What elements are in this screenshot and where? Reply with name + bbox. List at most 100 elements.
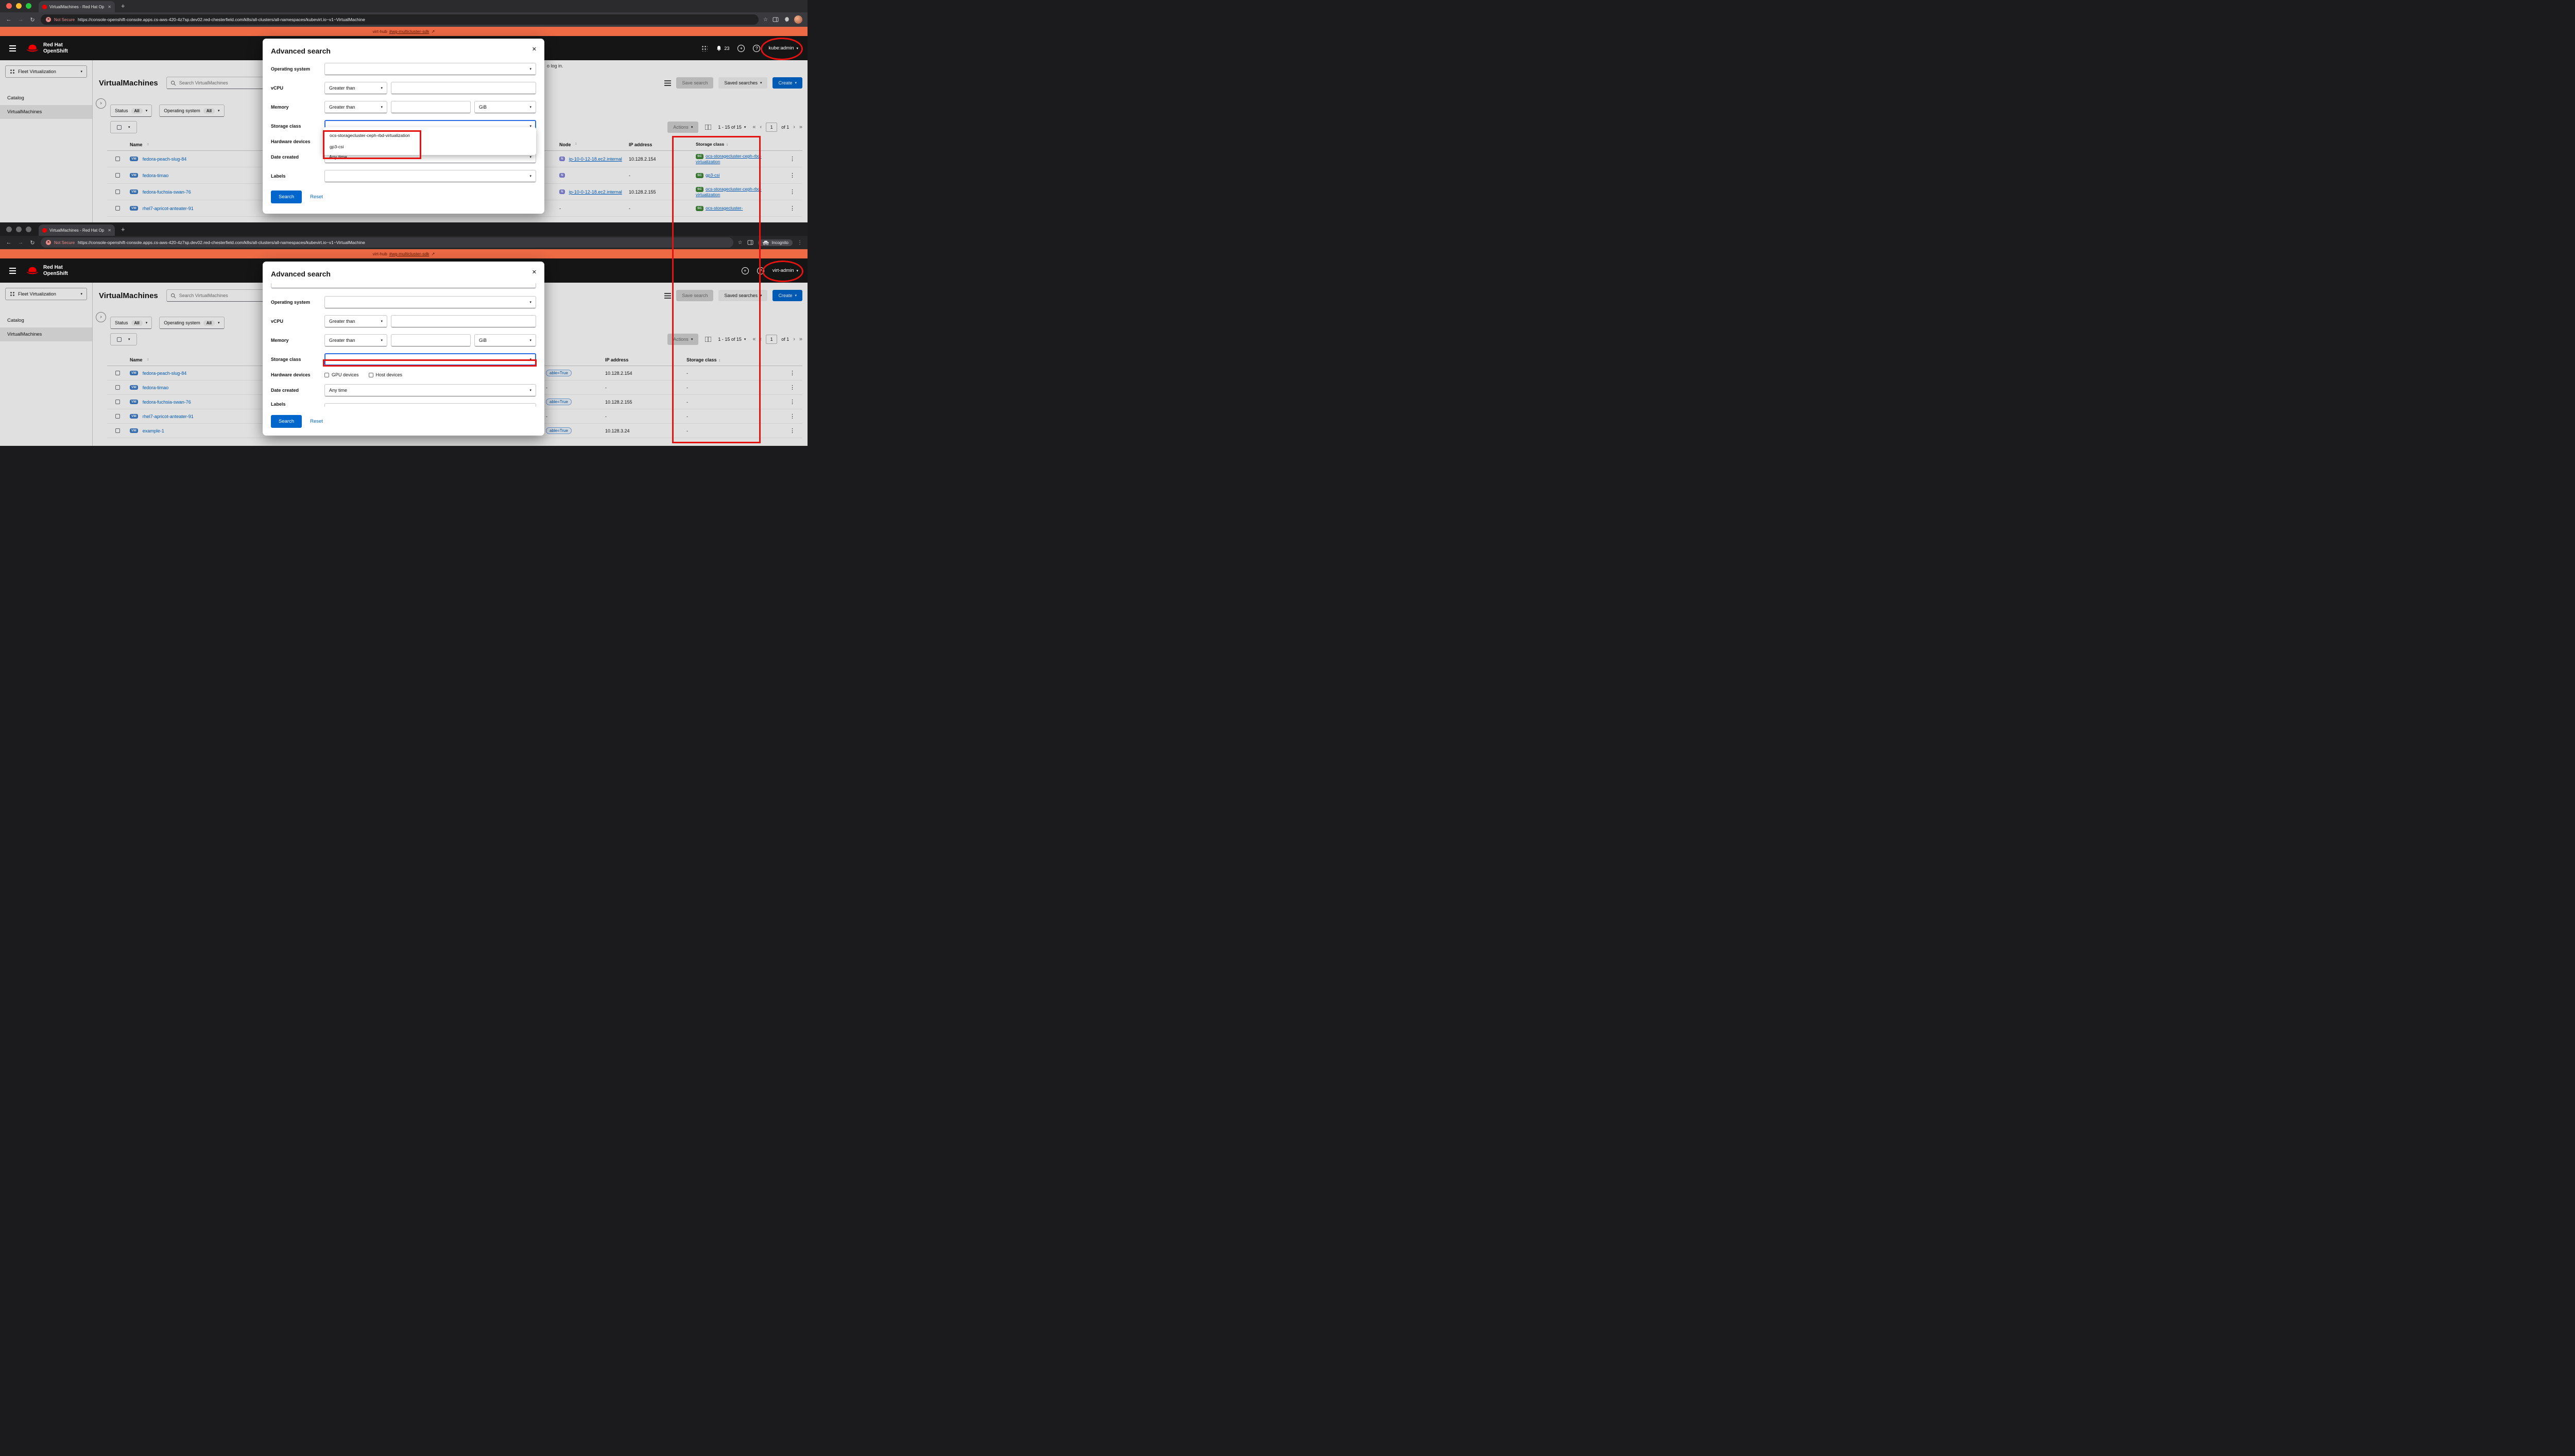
row-checkbox[interactable] [115, 428, 120, 433]
reset-button[interactable]: Reset [310, 419, 323, 424]
save-search-button[interactable]: Save search [676, 77, 713, 89]
row-checkbox[interactable] [115, 371, 120, 375]
forward-button[interactable]: → [17, 239, 24, 246]
storageclass-link[interactable]: gp3-csi [706, 172, 719, 178]
bookmark-star-icon[interactable]: ☆ [738, 240, 743, 246]
vm-name-link[interactable]: fedora-fuchsia-swan-76 [143, 189, 191, 195]
close-icon[interactable]: ✕ [532, 269, 537, 275]
menu-item-storage-option[interactable]: gp3-csi [323, 141, 536, 152]
status-filter[interactable]: Status All ▾ [110, 317, 152, 329]
labels-select[interactable]: ▾ [324, 403, 536, 407]
import-yaml-button[interactable]: + [742, 267, 749, 274]
status-select[interactable]: ▾ [271, 283, 536, 288]
search-button[interactable]: Search [271, 190, 302, 203]
select-all-checkbox[interactable] [117, 125, 122, 130]
vm-name-link[interactable]: fedora-fuchsia-swan-76 [143, 400, 191, 405]
os-select[interactable]: ▾ [324, 63, 536, 75]
kebab-menu[interactable]: ⋮ [781, 172, 802, 179]
storage-class-combobox[interactable]: ▾ [324, 353, 536, 366]
manage-columns-icon[interactable] [705, 125, 711, 130]
last-page-button[interactable]: » [799, 336, 802, 342]
column-header-ip[interactable]: IP address [605, 357, 686, 362]
browser-menu-icon[interactable]: ⋮ [797, 240, 802, 246]
vcpu-operator-select[interactable]: Greater than▾ [324, 315, 387, 327]
app-launcher-icon[interactable] [701, 45, 708, 51]
actions-button[interactable]: Actions ▾ [667, 334, 698, 345]
select-all-checkbox[interactable] [117, 337, 122, 342]
date-created-select[interactable]: Any time▾ [324, 384, 536, 396]
row-checkbox[interactable] [115, 189, 120, 194]
profile-avatar[interactable] [794, 15, 802, 24]
display-options-icon[interactable] [664, 293, 671, 299]
saved-searches-button[interactable]: Saved searches ▾ [718, 77, 767, 89]
vm-search-box[interactable] [166, 289, 267, 302]
labels-select[interactable]: ▾ [324, 170, 536, 182]
vcpu-operator-select[interactable]: Greater than▾ [324, 82, 387, 94]
save-search-button[interactable]: Save search [676, 290, 713, 301]
row-checkbox[interactable] [115, 400, 120, 404]
row-checkbox[interactable] [115, 385, 120, 390]
new-tab-button[interactable]: + [121, 2, 125, 10]
tab-close-icon[interactable]: ✕ [108, 5, 111, 9]
first-page-button[interactable]: « [752, 336, 756, 342]
column-header-storage[interactable]: Storage class↕ [696, 142, 781, 148]
gpu-devices-checkbox[interactable]: GPU devices [324, 372, 359, 377]
side-panel-icon[interactable] [747, 239, 753, 246]
search-button[interactable]: Search [271, 415, 302, 428]
items-range-dropdown[interactable]: 1 - 15 of 15 ▾ [718, 337, 746, 342]
back-button[interactable]: ← [5, 16, 12, 23]
back-button[interactable]: ← [5, 239, 12, 246]
close-window-button[interactable] [6, 3, 12, 9]
current-page-input[interactable]: 1 [766, 123, 777, 132]
kebab-menu[interactable]: ⋮ [781, 398, 802, 405]
search-input[interactable] [179, 293, 263, 298]
reset-button[interactable]: Reset [310, 194, 323, 200]
storageclass-link[interactable]: ocs-storagecluster-ceph-rbd-virtualizati… [696, 153, 762, 164]
os-filter[interactable]: Operating system All ▾ [159, 105, 224, 117]
first-page-button[interactable]: « [752, 124, 756, 130]
browser-tab[interactable]: VirtualMachines - Red Hat Op ✕ [39, 224, 115, 236]
user-menu[interactable]: virt-admin ▾ [772, 268, 798, 273]
kebab-menu[interactable]: ⋮ [781, 427, 802, 434]
column-header-name[interactable]: Name↕ [130, 142, 259, 147]
actions-button[interactable]: Actions ▾ [667, 122, 698, 133]
minimize-window-button[interactable] [16, 3, 22, 9]
column-header-ip[interactable]: IP address [629, 142, 696, 147]
kebab-menu[interactable]: ⋮ [781, 188, 802, 195]
row-checkbox[interactable] [115, 173, 120, 178]
vcpu-value-input[interactable] [391, 315, 536, 327]
node-link[interactable]: ip-10-0-12-18.ec2.internal [569, 157, 622, 162]
prev-page-button[interactable]: ‹ [760, 336, 762, 342]
new-tab-button[interactable]: + [121, 226, 125, 233]
kebab-menu[interactable]: ⋮ [781, 155, 802, 162]
address-bar[interactable]: ✕ Not Secure https://console-openshift-c… [41, 237, 733, 248]
memory-value-input[interactable] [391, 334, 471, 346]
vm-name-link[interactable]: rhel7-apricot-anteater-91 [143, 206, 194, 211]
storageclass-link[interactable]: ocs-storagecluster- [706, 205, 743, 211]
storage-class-input[interactable] [329, 357, 529, 362]
vcpu-value-input[interactable] [391, 82, 536, 94]
expand-drawer-button[interactable]: › [96, 312, 106, 322]
expand-drawer-button[interactable]: › [96, 98, 106, 109]
create-button[interactable]: Create ▾ [772, 290, 802, 301]
traffic-lights[interactable] [6, 3, 31, 9]
help-button[interactable]: ? [757, 267, 764, 274]
tab-close-icon[interactable]: ✕ [108, 228, 111, 233]
forward-button[interactable]: → [17, 16, 24, 23]
status-filter[interactable]: Status All ▾ [110, 105, 152, 117]
minimize-window-button[interactable] [16, 227, 22, 232]
side-panel-icon[interactable] [772, 16, 779, 23]
node-link[interactable]: ip-10-0-12-18.ec2.internal [569, 189, 622, 195]
import-yaml-button[interactable]: + [737, 45, 745, 52]
manage-columns-icon[interactable] [705, 337, 711, 342]
address-bar[interactable]: ✕ Not Secure https://console-openshift-c… [41, 14, 759, 25]
create-button[interactable]: Create ▾ [772, 77, 802, 89]
os-filter[interactable]: Operating system All ▾ [159, 317, 224, 329]
row-checkbox[interactable] [115, 157, 120, 161]
vm-search-box[interactable] [166, 77, 267, 89]
row-checkbox[interactable] [115, 206, 120, 211]
close-window-button[interactable] [6, 227, 12, 232]
bookmark-star-icon[interactable]: ☆ [763, 17, 768, 23]
kebab-menu[interactable]: ⋮ [781, 384, 802, 391]
perspective-switcher[interactable]: Fleet Virtualization ▾ [5, 65, 87, 78]
